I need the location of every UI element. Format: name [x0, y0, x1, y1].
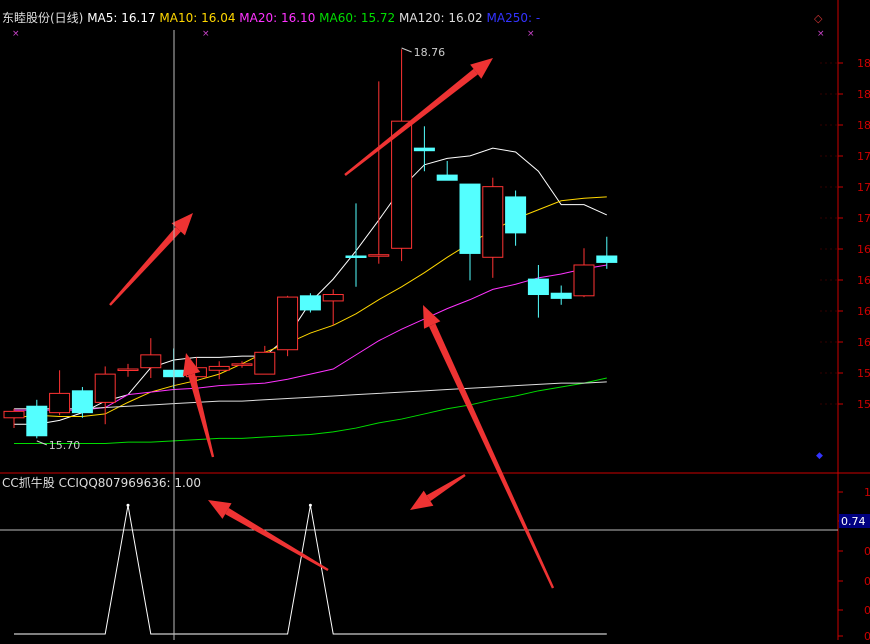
candle-body	[505, 196, 527, 234]
extreme-label: 18.76	[414, 46, 446, 59]
kline-chart[interactable]: 181818171717161616161515 1100000.74CC抓牛股…	[0, 0, 870, 643]
candle-body	[368, 254, 390, 257]
candle-body	[277, 296, 299, 351]
indicator-tick-label: 0	[864, 630, 870, 640]
price-tick-label: 16	[857, 274, 870, 287]
indicator-legend: CC抓牛股 CCIQQ807969636: 1.00	[2, 475, 201, 490]
price-tick-label: 16	[857, 243, 870, 256]
diamond-icon[interactable]: ◇	[814, 12, 823, 25]
current-value-text: 0.74	[841, 515, 866, 528]
candle[interactable]	[277, 295, 299, 357]
indicator-title: CC抓牛股	[2, 475, 59, 490]
price-tick-label: 17	[857, 150, 870, 163]
candle-body	[94, 373, 116, 403]
candle-body	[345, 255, 367, 258]
ma-legend-item: MA250: -	[487, 11, 541, 25]
candle-body	[231, 363, 253, 366]
candle-body	[527, 278, 549, 296]
candle-body	[49, 392, 71, 414]
indicator-tick-label: 1	[864, 486, 870, 499]
price-tick-label: 16	[857, 305, 870, 318]
price-tick-label: 15	[857, 398, 870, 411]
ma-legend-item: MA60: 15.72	[319, 11, 399, 25]
blue-marker-icon: ◆	[816, 451, 823, 461]
candle-body	[436, 174, 458, 181]
price-tick-label: 16	[857, 336, 870, 349]
candle-body	[26, 405, 48, 437]
price-tick-label: 17	[857, 212, 870, 225]
candle-body	[71, 390, 93, 414]
header-legend: 东睦股份(日线) MA5: 16.17 MA10: 16.04 MA20: 16…	[2, 11, 540, 25]
ma-legend-item: MA20: 16.10	[239, 11, 319, 25]
candle-body	[413, 147, 435, 152]
price-tick-label: 18	[857, 57, 870, 70]
indicator-peak-point	[126, 503, 130, 507]
ma-legend-item: MA120: 16.02	[399, 11, 487, 25]
ma-legend-item: MA5: 16.17	[87, 11, 159, 25]
event-marker-icon[interactable]: ×	[817, 29, 825, 39]
candle-body	[117, 368, 139, 371]
price-tick-label: 17	[857, 181, 870, 194]
candle-body	[482, 186, 504, 258]
indicator-tick-label: 0	[864, 604, 870, 617]
indicator-tick-label: 0	[864, 575, 870, 588]
price-tick-label: 15	[857, 367, 870, 380]
candle-body	[254, 351, 276, 375]
candle-body	[299, 295, 321, 311]
candle-body	[596, 255, 618, 263]
indicator-tick-label: 0	[864, 545, 870, 558]
candle-body	[208, 365, 230, 371]
stock-title: 东睦股份(日线)	[2, 11, 87, 25]
ma-legend-item: MA10: 16.04	[159, 11, 239, 25]
candle-body	[550, 292, 572, 299]
price-tick-label: 18	[857, 119, 870, 132]
candle-body	[322, 294, 344, 302]
extreme-label: 15.70	[49, 439, 81, 452]
price-tick-label: 18	[857, 88, 870, 101]
indicator-value-label: CCIQQ807969636: 1.00	[59, 476, 201, 490]
event-marker-icon[interactable]: ×	[12, 29, 20, 39]
event-marker-icon[interactable]: ×	[202, 29, 210, 39]
stock-chart-window[interactable]: 181818171717161616161515 1100000.74CC抓牛股…	[0, 0, 870, 643]
candle-body	[391, 120, 413, 249]
indicator-peak-point	[308, 503, 312, 507]
candle-body	[140, 354, 162, 369]
candle-body	[459, 183, 481, 254]
candle[interactable]	[299, 293, 321, 313]
event-marker-icon[interactable]: ×	[527, 29, 535, 39]
candle-body	[573, 264, 595, 297]
candle-body	[3, 410, 25, 419]
